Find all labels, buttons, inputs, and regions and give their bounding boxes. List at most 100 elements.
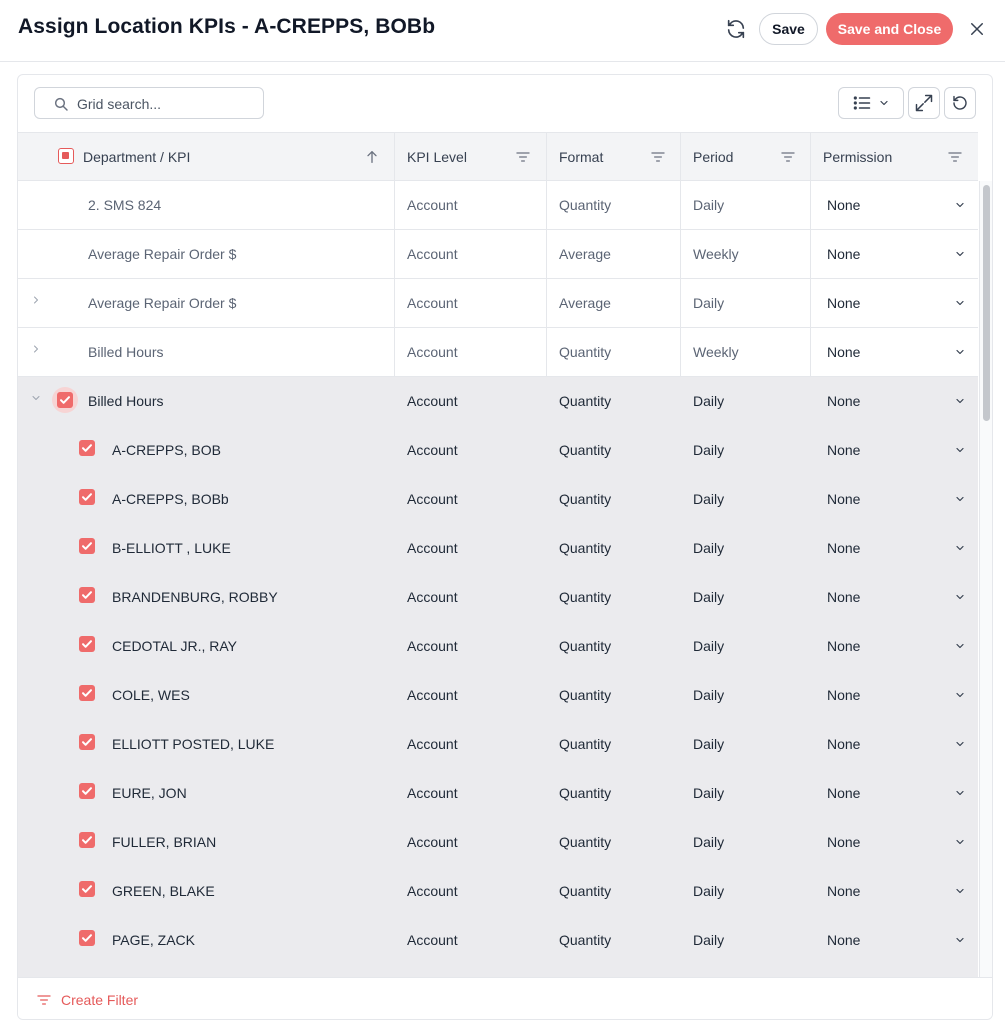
kpi-grid-panel: Department / KPI KPI Level Format Period… [17,74,993,1020]
chevron-down-icon[interactable] [954,199,966,211]
kpi-level-value: Account [407,344,458,360]
chevron-down-icon[interactable] [954,297,966,309]
expand-button[interactable] [908,87,940,119]
chevron-down-icon[interactable] [954,591,966,603]
row-checkbox[interactable] [79,734,95,750]
chevron-down-icon[interactable] [954,444,966,456]
grid-footer: Create Filter [18,977,992,1019]
column-header-permission[interactable]: Permission [811,133,978,181]
table-row[interactable]: Average Repair Order $ Account Average Dail… [18,279,978,328]
row-checkbox[interactable] [79,636,95,652]
permission-select[interactable]: None [811,867,978,916]
column-header-format[interactable]: Format [547,133,681,181]
column-header-period[interactable]: Period [681,133,811,181]
cell-department-kpi: CEDOTAL JR., RAY [18,622,395,671]
row-checkbox[interactable] [79,881,95,897]
permission-select[interactable]: None [811,328,978,377]
row-checkbox[interactable] [79,783,95,799]
table-row[interactable]: A-CREPPS, BOBb Account Quantity Daily None [18,475,978,524]
chevron-down-icon[interactable] [954,640,966,652]
column-header-kpi-level[interactable]: KPI Level [395,133,547,181]
table-row[interactable]: FULLER, BRIAN Account Quantity Daily None [18,818,978,867]
grid-search-input[interactable] [77,94,257,114]
chevron-down-icon[interactable] [954,493,966,505]
chevron-down-icon[interactable] [954,885,966,897]
permission-select[interactable]: None [811,279,978,328]
cell-department-kpi: A-CREPPS, BOB [18,426,395,475]
row-checkbox[interactable] [79,440,95,456]
column-header-department-kpi[interactable]: Department / KPI [18,133,395,181]
table-row[interactable]: GREEN, BLAKE Account Quantity Daily None [18,867,978,916]
grid-search[interactable] [34,87,264,119]
table-row[interactable]: CEDOTAL JR., RAY Account Quantity Daily None [18,622,978,671]
chevron-down-icon[interactable] [30,392,42,404]
row-checkbox[interactable] [79,587,95,603]
permission-select[interactable]: None [811,377,978,426]
kpi-name: ELLIOTT POSTED, LUKE [112,736,275,752]
column-menu-button[interactable] [838,87,904,119]
permission-select[interactable]: None [811,622,978,671]
permission-select[interactable]: None [811,524,978,573]
table-row[interactable] [18,965,978,977]
create-filter-label: Create Filter [61,992,139,1008]
row-checkbox[interactable] [57,392,73,408]
chevron-right-icon[interactable] [30,343,42,355]
table-row[interactable]: PAGE, ZACK Account Quantity Daily None [18,916,978,965]
permission-select[interactable]: None [811,916,978,965]
permission-select[interactable]: None [811,818,978,867]
select-all-checkbox[interactable] [58,148,74,164]
chevron-down-icon[interactable] [954,248,966,260]
permission-select[interactable]: None [811,720,978,769]
table-row[interactable]: EURE, JON Account Quantity Daily None [18,769,978,818]
chevron-down-icon[interactable] [954,787,966,799]
close-button[interactable] [965,17,989,41]
vertical-scrollbar[interactable] [979,181,992,977]
period-value: Daily [693,540,725,556]
chevron-down-icon[interactable] [954,689,966,701]
permission-select[interactable]: None [811,426,978,475]
chevron-down-icon[interactable] [954,346,966,358]
table-row[interactable]: A-CREPPS, BOB Account Quantity Daily None [18,426,978,475]
table-row[interactable]: 2. SMS 824 Account Quantity Daily None [18,181,978,230]
scrollbar-thumb[interactable] [983,185,990,421]
cell-format [547,965,681,977]
format-value: Quantity [559,638,612,654]
row-checkbox[interactable] [79,930,95,946]
sort-ascending-icon[interactable] [364,149,380,165]
save-button[interactable]: Save [759,13,818,45]
row-checkbox[interactable] [79,832,95,848]
chevron-down-icon[interactable] [954,836,966,848]
cell-period: Daily [681,181,811,230]
row-checkbox[interactable] [79,538,95,554]
table-row[interactable]: B-ELLIOTT , LUKE Account Quantity Daily None [18,524,978,573]
refresh-button[interactable] [722,15,750,43]
chevron-down-icon[interactable] [954,738,966,750]
filter-icon[interactable] [780,149,796,165]
permission-select[interactable] [811,965,978,977]
table-row[interactable]: Average Repair Order $ Account Average Week… [18,230,978,279]
table-row[interactable]: Billed Hours Account Quantity Weekly None [18,328,978,377]
table-row[interactable]: BRANDENBURG, ROBBY Account Quantity Daily No… [18,573,978,622]
permission-select[interactable]: None [811,181,978,230]
table-row[interactable]: Billed Hours Account Quantity Daily None [18,377,978,426]
permission-select[interactable]: None [811,573,978,622]
table-row[interactable]: COLE, WES Account Quantity Daily None [18,671,978,720]
filter-icon[interactable] [650,149,666,165]
save-and-close-button[interactable]: Save and Close [826,13,953,45]
permission-select[interactable]: None [811,671,978,720]
table-row[interactable]: ELLIOTT POSTED, LUKE Account Quantity Daily… [18,720,978,769]
row-checkbox[interactable] [79,489,95,505]
chevron-down-icon[interactable] [954,542,966,554]
create-filter-button[interactable]: Create Filter [36,990,138,1010]
filter-icon[interactable] [947,149,963,165]
cell-kpi-level: Account [395,377,547,426]
chevron-down-icon[interactable] [954,934,966,946]
permission-select[interactable]: None [811,769,978,818]
filter-icon[interactable] [515,149,531,165]
chevron-down-icon[interactable] [954,395,966,407]
permission-select[interactable]: None [811,230,978,279]
permission-select[interactable]: None [811,475,978,524]
reset-button[interactable] [944,87,976,119]
row-checkbox[interactable] [79,685,95,701]
chevron-right-icon[interactable] [30,294,42,306]
